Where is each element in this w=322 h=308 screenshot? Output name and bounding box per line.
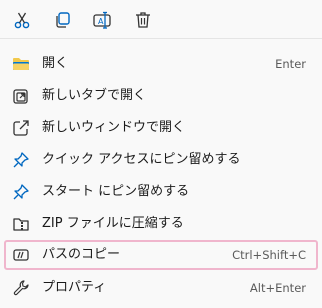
pin-icon — [12, 151, 30, 169]
open-in-new-window-icon — [12, 119, 30, 137]
menu-item-open-new-tab[interactable]: 新しいタブで開く — [4, 81, 318, 111]
menu-item-pin-start[interactable]: スタート にピン留めする — [4, 177, 318, 207]
rename-icon: A — [93, 11, 111, 29]
wrench-icon — [12, 279, 30, 297]
menu-item-label: 新しいウィンドウで開く — [42, 120, 186, 135]
menu-item-copy-path[interactable]: パスのコピー Ctrl+Shift+C — [4, 240, 318, 270]
menu-item-pin-quick-access[interactable]: クイック アクセスにピン留めする — [4, 145, 318, 175]
open-in-new-tab-icon — [12, 87, 30, 105]
menu-item-open[interactable]: 開く Enter — [4, 49, 318, 79]
rename-button[interactable]: A — [90, 8, 114, 32]
menu-item-shortcut: Ctrl+Shift+C — [232, 248, 306, 262]
context-menu-toolbar: A — [0, 0, 322, 38]
pin-icon — [12, 183, 30, 201]
folder-icon — [12, 55, 30, 73]
menu-item-label: パスのコピー — [42, 247, 121, 262]
menu-item-properties[interactable]: プロパティ Alt+Enter — [4, 273, 318, 303]
menu-item-label: クイック アクセスにピン留めする — [42, 152, 241, 167]
menu-item-compress-zip[interactable]: ZIP ファイルに圧縮する — [4, 209, 318, 239]
svg-text:A: A — [98, 17, 104, 26]
menu-item-open-new-window[interactable]: 新しいウィンドウで開く — [4, 113, 318, 143]
menu-item-shortcut: Enter — [275, 57, 306, 71]
menu-item-label: スタート にピン留めする — [42, 184, 190, 199]
menu-item-label: プロパティ — [42, 280, 107, 295]
zip-folder-icon — [12, 215, 30, 233]
copy-button[interactable] — [50, 8, 74, 32]
scissors-icon — [14, 12, 30, 29]
copy-path-icon — [12, 246, 30, 264]
copy-icon — [56, 12, 70, 28]
toolbar-divider — [0, 38, 322, 39]
cut-button[interactable] — [10, 8, 34, 32]
menu-item-label: ZIP ファイルに圧縮する — [42, 216, 184, 231]
menu-item-shortcut: Alt+Enter — [249, 281, 306, 295]
delete-button[interactable] — [131, 8, 155, 32]
menu-item-label: 新しいタブで開く — [42, 88, 147, 103]
menu-item-label: 開く — [42, 56, 69, 71]
trash-icon — [136, 12, 150, 28]
